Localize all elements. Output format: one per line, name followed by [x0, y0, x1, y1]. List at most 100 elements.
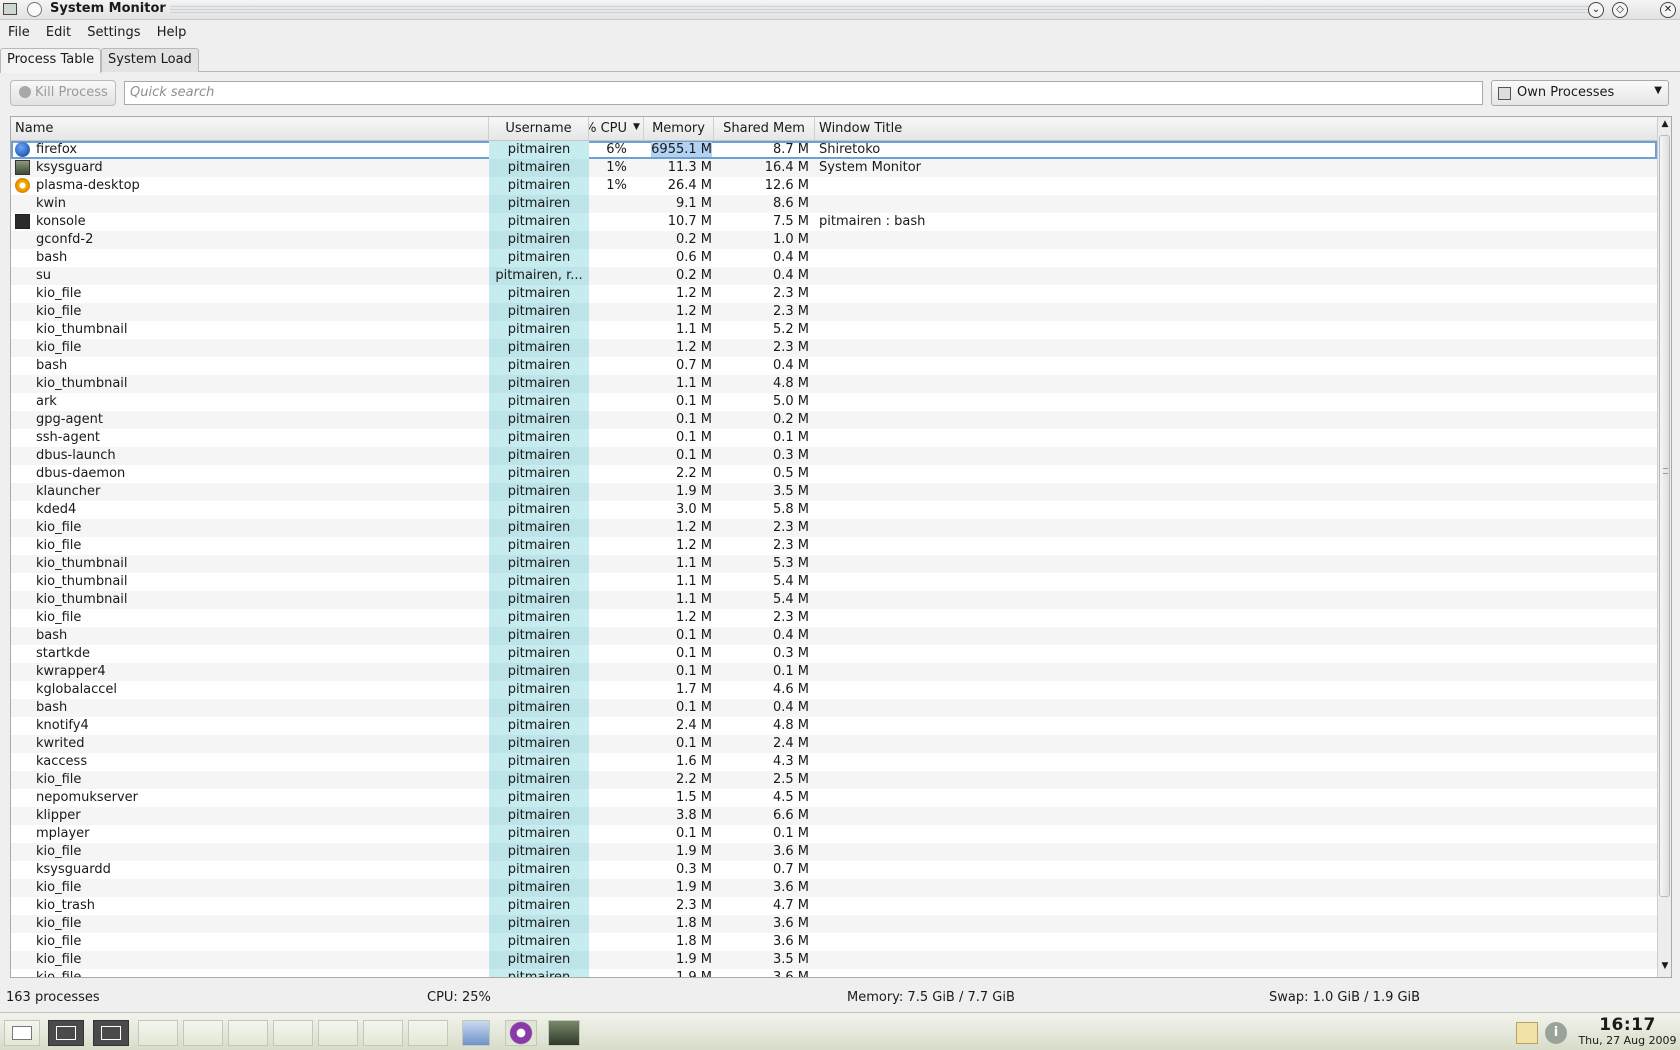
- process-username: pitmairen, r...: [489, 267, 589, 285]
- table-row[interactable]: plasma-desktop pitmairen 1% 26.4 M 12.6 M: [11, 177, 1657, 195]
- header-username[interactable]: Username: [489, 117, 589, 141]
- vertical-scrollbar[interactable]: ▲ ▼: [1657, 117, 1671, 977]
- process-shared-mem: 0.1 M: [772, 826, 809, 841]
- table-row[interactable]: firefox pitmairen 6% 6955.1 M 8.7 M Shiretoko: [11, 141, 1657, 159]
- desktop-2-icon[interactable]: [93, 1020, 129, 1046]
- process-filter-select[interactable]: Own Processes ▼: [1491, 80, 1669, 106]
- table-row[interactable]: nepomukserver pitmairen 1.5 M 4.5 M: [11, 789, 1657, 807]
- process-shared-mem: 0.4 M: [772, 268, 809, 283]
- table-row[interactable]: kded4 pitmairen 3.0 M 5.8 M: [11, 501, 1657, 519]
- desktop-9[interactable]: [408, 1020, 448, 1046]
- process-memory: 2.4 M: [644, 717, 714, 735]
- process-username: pitmairen: [489, 753, 589, 771]
- scroll-thumb[interactable]: [1659, 135, 1670, 897]
- kickoff-launcher-icon[interactable]: [4, 1020, 40, 1046]
- process-cpu: 1%: [606, 160, 627, 175]
- header-shared-mem[interactable]: Shared Mem: [714, 117, 815, 141]
- table-row[interactable]: ksysguard pitmairen 1% 11.3 M 16.4 M System M…: [11, 159, 1657, 177]
- header-name[interactable]: Name: [11, 117, 489, 141]
- table-row[interactable]: kio_file pitmairen 1.2 M 2.3 M: [11, 285, 1657, 303]
- table-row[interactable]: mplayer pitmairen 0.1 M 0.1 M: [11, 825, 1657, 843]
- table-row[interactable]: ark pitmairen 0.1 M 5.0 M: [11, 393, 1657, 411]
- file-manager-task-icon[interactable]: [462, 1020, 490, 1046]
- minimize-button[interactable]: ⌄: [1588, 2, 1604, 18]
- scroll-down-icon[interactable]: ▼: [1658, 961, 1671, 975]
- table-row[interactable]: kio_thumbnail pitmairen 1.1 M 4.8 M: [11, 375, 1657, 393]
- table-row[interactable]: kwrited pitmairen 0.1 M 2.4 M: [11, 735, 1657, 753]
- menu-file[interactable]: File: [0, 22, 36, 40]
- table-row[interactable]: ksysguardd pitmairen 0.3 M 0.7 M: [11, 861, 1657, 879]
- table-row[interactable]: kwin pitmairen 9.1 M 8.6 M: [11, 195, 1657, 213]
- pin-button[interactable]: [27, 2, 42, 17]
- menu-bar: File Edit Settings Help: [0, 22, 1680, 44]
- table-row[interactable]: bash pitmairen 0.1 M 0.4 M: [11, 627, 1657, 645]
- table-row[interactable]: klauncher pitmairen 1.9 M 3.5 M: [11, 483, 1657, 501]
- table-row[interactable]: kio_file pitmairen 1.2 M 2.3 M: [11, 303, 1657, 321]
- table-row[interactable]: kaccess pitmairen 1.6 M 4.3 M: [11, 753, 1657, 771]
- table-row[interactable]: gpg-agent pitmairen 0.1 M 0.2 M: [11, 411, 1657, 429]
- table-row[interactable]: kio_file pitmairen 2.2 M 2.5 M: [11, 771, 1657, 789]
- clock[interactable]: 16:17 Thu, 27 Aug 2009: [1575, 1015, 1680, 1047]
- process-cpu: [589, 771, 644, 789]
- maximize-button[interactable]: ◇: [1612, 2, 1628, 18]
- table-row[interactable]: dbus-launch pitmairen 0.1 M 0.3 M: [11, 447, 1657, 465]
- table-row[interactable]: kwrapper4 pitmairen 0.1 M 0.1 M: [11, 663, 1657, 681]
- table-row[interactable]: kio_thumbnail pitmairen 1.1 M 5.4 M: [11, 573, 1657, 591]
- table-row[interactable]: kio_thumbnail pitmairen 1.1 M 5.3 M: [11, 555, 1657, 573]
- quick-search-input[interactable]: Quick search: [124, 81, 1483, 105]
- process-username: pitmairen: [489, 609, 589, 627]
- table-row[interactable]: kio_thumbnail pitmairen 1.1 M 5.4 M: [11, 591, 1657, 609]
- menu-settings[interactable]: Settings: [81, 22, 146, 40]
- table-row[interactable]: ssh-agent pitmairen 0.1 M 0.1 M: [11, 429, 1657, 447]
- eye-app-task-icon[interactable]: [505, 1020, 537, 1046]
- desktop-4[interactable]: [183, 1020, 223, 1046]
- table-row[interactable]: bash pitmairen 0.7 M 0.4 M: [11, 357, 1657, 375]
- table-row[interactable]: knotify4 pitmairen 2.4 M 4.8 M: [11, 717, 1657, 735]
- desktop-8[interactable]: [363, 1020, 403, 1046]
- desktop-6[interactable]: [273, 1020, 313, 1046]
- table-row[interactable]: kio_file pitmairen 1.2 M 2.3 M: [11, 609, 1657, 627]
- desktop-1-icon[interactable]: [48, 1020, 84, 1046]
- tab-system-load[interactable]: System Load: [101, 48, 199, 72]
- app-menu-icon[interactable]: [3, 3, 17, 15]
- table-row[interactable]: kio_filepitmairen1.9 M3.6 M: [11, 879, 1657, 897]
- table-row[interactable]: kio_filepitmairen1.9 M3.6 M: [11, 843, 1657, 861]
- tab-process-table[interactable]: Process Table: [0, 48, 102, 73]
- menu-edit[interactable]: Edit: [40, 22, 77, 40]
- table-row[interactable]: kio_file pitmairen 1.2 M 2.3 M: [11, 537, 1657, 555]
- table-row[interactable]: su pitmairen, r... 0.2 M 0.4 M: [11, 267, 1657, 285]
- table-row[interactable]: kio_file pitmairen 1.8 M 3.6 M: [11, 915, 1657, 933]
- table-row[interactable]: kio_file pitmairen 1.8 M 3.6 M: [11, 933, 1657, 951]
- scroll-up-icon[interactable]: ▲: [1658, 119, 1671, 133]
- table-row[interactable]: startkde pitmairen 0.1 M 0.3 M: [11, 645, 1657, 663]
- header-window-title[interactable]: Window Title: [815, 117, 1657, 141]
- info-icon[interactable]: i: [1545, 1022, 1567, 1044]
- kill-process-button[interactable]: Kill Process: [10, 80, 116, 106]
- table-row[interactable]: kglobalaccel pitmairen 1.7 M 4.6 M: [11, 681, 1657, 699]
- table-row[interactable]: kio_file pitmairen 1.2 M 2.3 M: [11, 339, 1657, 357]
- desktop-7[interactable]: [318, 1020, 358, 1046]
- table-row[interactable]: bash pitmairen 0.1 M 0.4 M: [11, 699, 1657, 717]
- process-cpu: [589, 285, 644, 303]
- table-row[interactable]: bash pitmairen 0.6 M 0.4 M: [11, 249, 1657, 267]
- process-window-title: [819, 285, 1639, 303]
- table-row[interactable]: konsole pitmairen 10.7 M 7.5 M pitmairen : b…: [11, 213, 1657, 231]
- desktop-3[interactable]: [138, 1020, 178, 1046]
- header-memory[interactable]: Memory: [644, 117, 714, 141]
- table-row[interactable]: kio_file pitmairen 1.9 M 3.5 M: [11, 951, 1657, 969]
- table-row[interactable]: kio_filepitmairen1.9 M3.6 M: [11, 969, 1657, 977]
- process-shared-mem: 2.4 M: [772, 736, 809, 751]
- table-row[interactable]: kio_trash pitmairen 2.3 M 4.7 M: [11, 897, 1657, 915]
- system-monitor-task-icon[interactable]: [548, 1020, 580, 1046]
- desktop-5[interactable]: [228, 1020, 268, 1046]
- close-button[interactable]: ✕: [1660, 2, 1676, 18]
- table-row[interactable]: dbus-daemon pitmairen 2.2 M 0.5 M: [11, 465, 1657, 483]
- clipboard-icon[interactable]: [1516, 1022, 1538, 1044]
- table-row[interactable]: gconfd-2 pitmairen 0.2 M 1.0 M: [11, 231, 1657, 249]
- process-memory-value: 3.0 M: [675, 502, 712, 517]
- menu-help[interactable]: Help: [151, 22, 193, 40]
- table-row[interactable]: klipper pitmairen 3.8 M 6.6 M: [11, 807, 1657, 825]
- process-username: pitmairen: [489, 177, 589, 195]
- table-row[interactable]: kio_thumbnail pitmairen 1.1 M 5.2 M: [11, 321, 1657, 339]
- table-row[interactable]: kio_file pitmairen 1.2 M 2.3 M: [11, 519, 1657, 537]
